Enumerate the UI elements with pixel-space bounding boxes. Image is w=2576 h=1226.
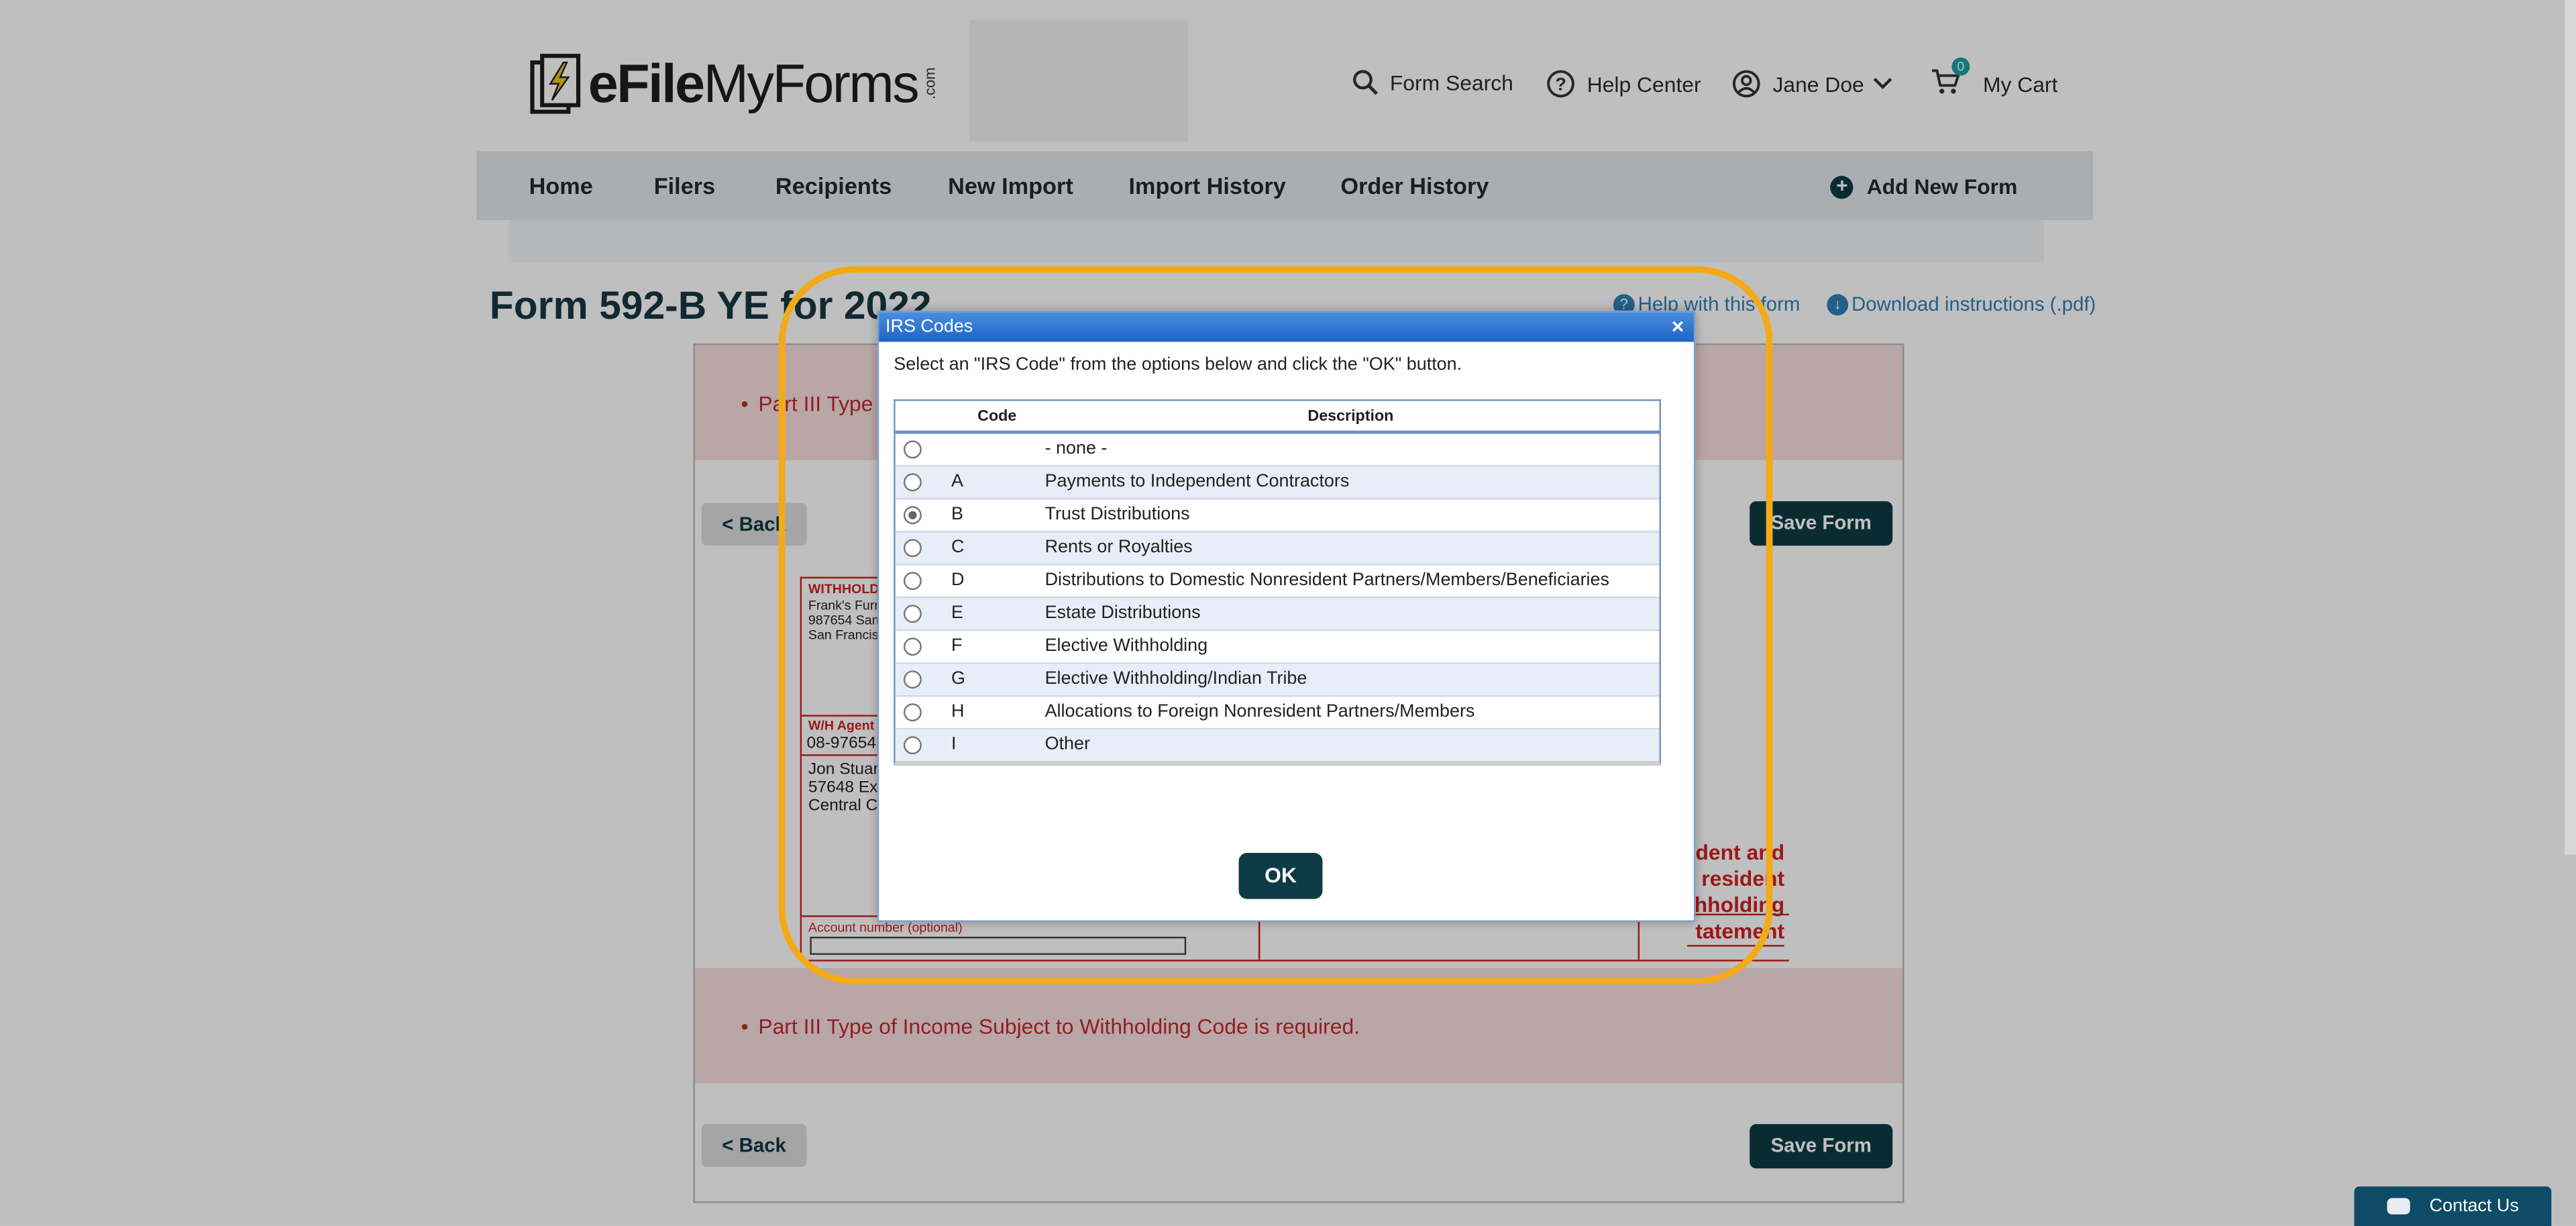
annotation-highlight bbox=[778, 266, 1773, 984]
chat-icon bbox=[2386, 1198, 2410, 1215]
contact-us-button[interactable]: Contact Us bbox=[2354, 1186, 2552, 1226]
contact-us-label: Contact Us bbox=[2429, 1196, 2519, 1217]
scrollbar[interactable] bbox=[2564, 0, 2576, 855]
